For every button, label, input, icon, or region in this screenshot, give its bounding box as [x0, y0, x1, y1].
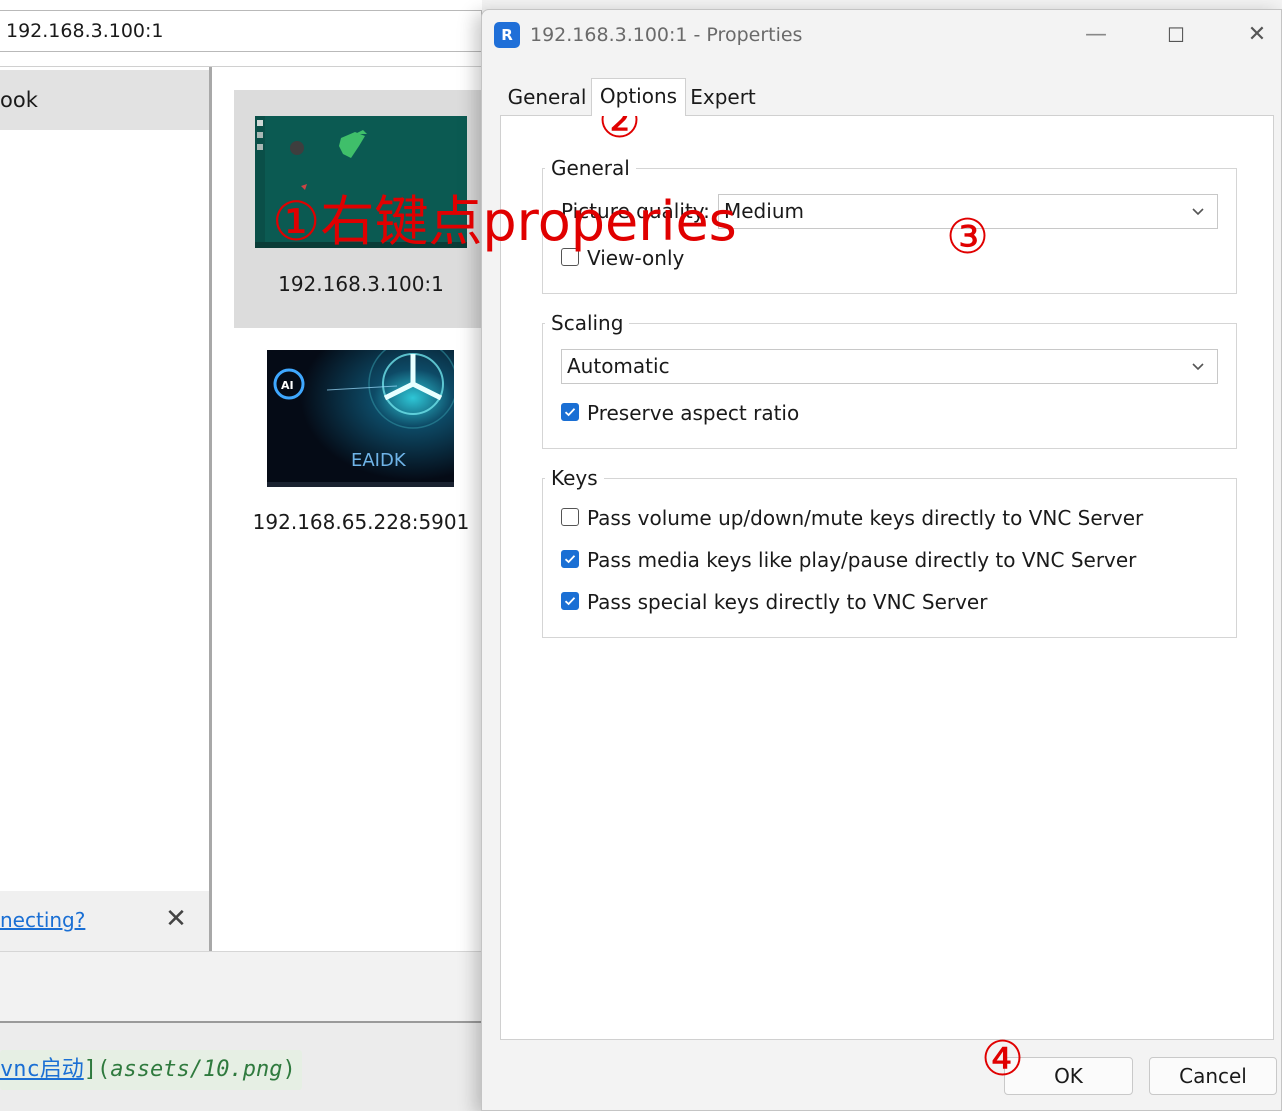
sidebar-item-label: ook — [0, 88, 38, 112]
realvnc-icon: R — [494, 22, 520, 48]
scaling-group — [542, 323, 1237, 449]
annotation-step-4: ④ — [981, 1031, 1025, 1087]
checkbox-box[interactable] — [561, 550, 579, 568]
maximize-icon[interactable]: ☐ — [1164, 22, 1188, 48]
checkmark-icon — [564, 555, 576, 564]
checkbox-label: Pass media keys like play/pause directly… — [587, 548, 1137, 572]
group-title: Keys — [545, 466, 604, 490]
svg-text:EAIDK: EAIDK — [351, 450, 407, 471]
status-bar — [0, 951, 482, 1022]
sidebar — [0, 67, 210, 951]
annotation-step-1: ①右键点properies — [272, 190, 737, 253]
markdown-paren: ) — [282, 1057, 296, 1082]
tab-general[interactable]: General — [502, 80, 592, 115]
group-title: Scaling — [545, 311, 630, 335]
svg-text:AI: AI — [281, 379, 294, 392]
minimize-icon[interactable]: — — [1084, 22, 1108, 48]
checkbox-label: Pass volume up/down/mute keys directly t… — [587, 506, 1144, 530]
address-input[interactable]: 192.168.3.100:1 — [0, 10, 482, 52]
checkbox-label: Preserve aspect ratio — [587, 401, 800, 425]
connection-thumbnail[interactable]: AI EAIDK — [267, 350, 454, 487]
checkmark-icon — [564, 597, 576, 606]
markdown-image-link: vnc启动](assets/10.png) — [0, 1050, 302, 1090]
markdown-link-text[interactable]: vnc启动 — [0, 1057, 84, 1082]
tab-options[interactable]: Options — [591, 78, 686, 116]
annotation-step-3: ③ — [946, 209, 990, 265]
checkbox-box[interactable] — [561, 592, 579, 610]
checkmark-icon — [564, 408, 576, 417]
scaling-select[interactable]: Automatic — [561, 349, 1218, 384]
cancel-button[interactable]: Cancel — [1149, 1057, 1277, 1095]
connection-label: 192.168.3.100:1 — [278, 272, 444, 296]
group-title: General — [545, 156, 636, 180]
desktop-preview-icon: AI EAIDK — [267, 350, 454, 487]
tab-expert[interactable]: Expert — [688, 80, 758, 115]
checkbox-box[interactable] — [561, 508, 579, 526]
checkbox-label: Pass special keys directly to VNC Server — [587, 590, 988, 614]
markdown-path: assets/10.png — [110, 1057, 283, 1082]
markdown-bracket: ]( — [83, 1057, 111, 1082]
chevron-down-icon — [1192, 208, 1204, 216]
checkbox-box[interactable] — [561, 403, 579, 421]
close-icon[interactable]: ✕ — [1244, 22, 1270, 48]
chevron-down-icon — [1192, 363, 1204, 371]
dialog-title: 192.168.3.100:1 - Properties — [530, 24, 803, 46]
close-icon[interactable]: ✕ — [162, 903, 190, 935]
scaling-value: Automatic — [567, 354, 670, 378]
connection-label: 192.168.65.228:5901 — [252, 510, 470, 534]
help-link[interactable]: necting? — [0, 891, 85, 949]
